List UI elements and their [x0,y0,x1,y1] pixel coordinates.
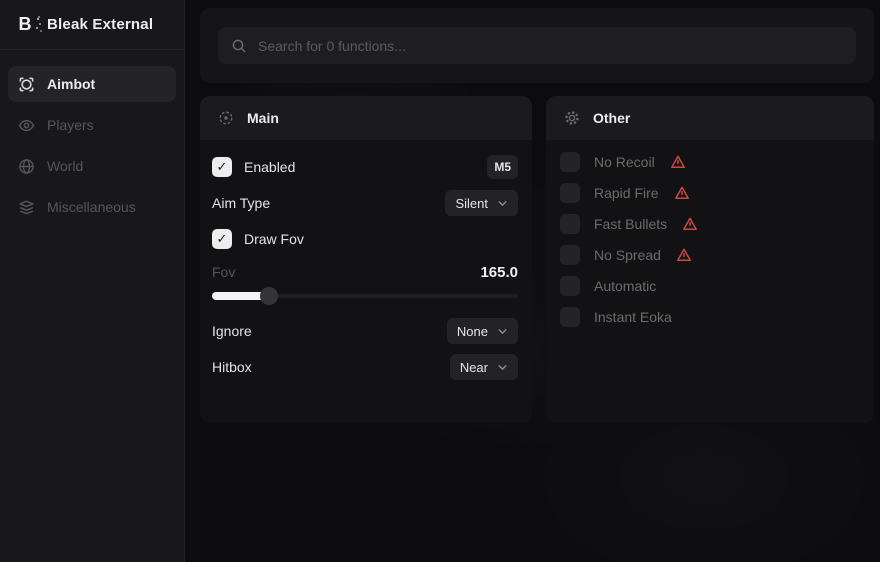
globe-icon [18,158,35,175]
rapid-fire-label: Rapid Fire [594,185,659,201]
panel-main-body: ✓ Enabled M5 Aim Type Silent ✓ Draw F [200,140,532,381]
enabled-checkbox[interactable]: ✓ [212,157,232,177]
sidebar-item-label: Miscellaneous [47,199,136,215]
sidebar-item-miscellaneous[interactable]: Miscellaneous [8,189,176,225]
enabled-label: Enabled [244,159,295,175]
crosshair-scan-icon [18,76,35,93]
ignore-dropdown[interactable]: None [447,318,518,344]
fov-slider[interactable] [212,287,518,305]
ignore-label: Ignore [212,323,252,339]
panel-title: Other [593,110,630,126]
fast-bullets-checkbox[interactable] [560,214,580,234]
hitbox-value: Near [460,360,488,375]
no-recoil-checkbox[interactable] [560,152,580,172]
sidebar: B Bleak External Aimbot [0,0,185,562]
sidebar-item-label: Aimbot [47,76,95,92]
instant-eoka-checkbox[interactable] [560,307,580,327]
panel-main-header: Main [200,96,532,140]
draw-fov-checkbox[interactable]: ✓ [212,229,232,249]
chevron-down-icon [497,198,508,209]
sidebar-nav: Aimbot Players World [0,50,184,225]
search-icon [231,38,247,54]
warning-icon [674,185,691,202]
no-spread-label: No Spread [594,247,661,263]
keybind-button[interactable]: M5 [487,155,518,179]
automatic-label: Automatic [594,278,656,294]
fov-slider-fill [212,292,266,300]
app-logo-icon: B [14,14,36,36]
draw-fov-row: ✓ Draw Fov [212,225,518,253]
fast-bullets-label: Fast Bullets [594,216,667,232]
search-box[interactable] [218,27,856,64]
draw-fov-label: Draw Fov [244,231,304,247]
no-spread-checkbox[interactable] [560,245,580,265]
enabled-row: ✓ Enabled M5 [212,153,518,181]
rapid-fire-checkbox[interactable] [560,183,580,203]
hitbox-label: Hitbox [212,359,252,375]
automatic-row: Automatic [560,276,858,296]
panel-other-header: Other [546,96,874,140]
target-icon [218,110,234,126]
automatic-checkbox[interactable] [560,276,580,296]
panel-other-body: No Recoil Rapid Fire Fast Bullets [546,140,874,327]
panels-row: Main ✓ Enabled M5 Aim Type Silent [200,96,874,423]
search-panel [200,8,874,83]
layers-stack-icon [18,199,35,216]
instant-eoka-label: Instant Eoka [594,309,672,325]
aim-type-value: Silent [455,196,488,211]
check-icon: ✓ [217,159,228,175]
search-input[interactable] [258,38,843,54]
no-recoil-label: No Recoil [594,154,655,170]
ignore-value: None [457,324,488,339]
hitbox-row: Hitbox Near [212,353,518,381]
main-content: Main ✓ Enabled M5 Aim Type Silent [185,0,880,562]
warning-icon [670,154,687,171]
sidebar-item-world[interactable]: World [8,148,176,184]
sidebar-item-label: Players [47,117,94,133]
warning-icon [676,247,693,264]
aim-type-row: Aim Type Silent [212,189,518,217]
app-header: B Bleak External [0,0,184,50]
chevron-down-icon [497,362,508,373]
no-recoil-row: No Recoil [560,152,858,172]
panel-main: Main ✓ Enabled M5 Aim Type Silent [200,96,532,423]
warning-icon [682,216,699,233]
instant-eoka-row: Instant Eoka [560,307,858,327]
panel-other: Other No Recoil Rapid Fire [546,96,874,423]
fov-value: 165.0 [480,264,518,281]
no-spread-row: No Spread [560,245,858,265]
sidebar-item-aimbot[interactable]: Aimbot [8,66,176,102]
gear-icon [564,110,580,126]
fov-row: Fov 165.0 [212,261,518,283]
panel-title: Main [247,110,279,126]
chevron-down-icon [497,326,508,337]
hitbox-dropdown[interactable]: Near [450,354,518,380]
rapid-fire-row: Rapid Fire [560,183,858,203]
aim-type-label: Aim Type [212,195,270,211]
fov-label: Fov [212,264,235,280]
aim-type-dropdown[interactable]: Silent [445,190,518,216]
ignore-row: Ignore None [212,317,518,345]
fast-bullets-row: Fast Bullets [560,214,858,234]
fov-slider-thumb[interactable] [260,287,278,305]
sidebar-item-players[interactable]: Players [8,107,176,143]
sidebar-item-label: World [47,158,83,174]
eye-icon [18,117,35,134]
app-title: Bleak External [47,16,153,33]
check-icon: ✓ [217,231,228,247]
